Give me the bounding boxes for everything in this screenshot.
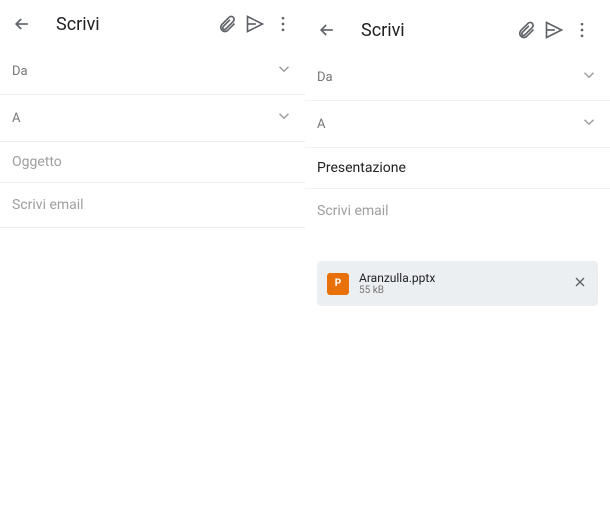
body-row[interactable]: Scrivi email bbox=[305, 189, 610, 233]
page-title: Scrivi bbox=[361, 20, 512, 41]
attachment-card[interactable]: P Aranzulla.pptx 55 kB bbox=[317, 261, 598, 306]
compose-pane-empty: Scrivi Da A Oggetto Scrivi email bbox=[0, 0, 305, 529]
body-input[interactable]: Scrivi email bbox=[317, 203, 389, 219]
chevron-down-icon bbox=[275, 60, 293, 82]
attach-icon[interactable] bbox=[512, 16, 540, 44]
from-label: Da bbox=[12, 64, 275, 79]
attachment-name: Aranzulla.pptx bbox=[359, 271, 572, 285]
from-row[interactable]: Da bbox=[0, 48, 305, 95]
to-label: A bbox=[12, 111, 275, 126]
send-icon[interactable] bbox=[241, 10, 269, 38]
send-icon[interactable] bbox=[540, 16, 568, 44]
body-row[interactable]: Scrivi email bbox=[0, 183, 305, 228]
chevron-down-icon bbox=[580, 113, 598, 135]
body-input[interactable]: Scrivi email bbox=[12, 197, 84, 213]
remove-attachment-button[interactable] bbox=[572, 274, 588, 294]
more-menu-icon[interactable] bbox=[269, 10, 297, 38]
to-label: A bbox=[317, 117, 580, 132]
subject-row[interactable]: Oggetto bbox=[0, 142, 305, 183]
chevron-down-icon bbox=[275, 107, 293, 129]
from-label: Da bbox=[317, 70, 580, 85]
attach-icon[interactable] bbox=[213, 10, 241, 38]
header: Scrivi bbox=[305, 0, 610, 54]
subject-input[interactable]: Presentazione bbox=[317, 160, 406, 176]
to-row[interactable]: A bbox=[305, 101, 610, 148]
page-title: Scrivi bbox=[56, 14, 213, 35]
attachment-size: 55 kB bbox=[359, 285, 572, 296]
compose-pane-with-attachment: Scrivi Da A Presentazione Scrivi email P… bbox=[305, 0, 610, 529]
from-row[interactable]: Da bbox=[305, 54, 610, 101]
attachment-info: Aranzulla.pptx 55 kB bbox=[359, 271, 572, 296]
back-arrow-icon[interactable] bbox=[8, 10, 36, 38]
back-arrow-icon[interactable] bbox=[313, 16, 341, 44]
powerpoint-file-icon: P bbox=[327, 273, 349, 295]
to-row[interactable]: A bbox=[0, 95, 305, 142]
more-menu-icon[interactable] bbox=[568, 16, 596, 44]
subject-input[interactable]: Oggetto bbox=[12, 154, 62, 170]
header: Scrivi bbox=[0, 0, 305, 48]
chevron-down-icon bbox=[580, 66, 598, 88]
subject-row[interactable]: Presentazione bbox=[305, 148, 610, 189]
